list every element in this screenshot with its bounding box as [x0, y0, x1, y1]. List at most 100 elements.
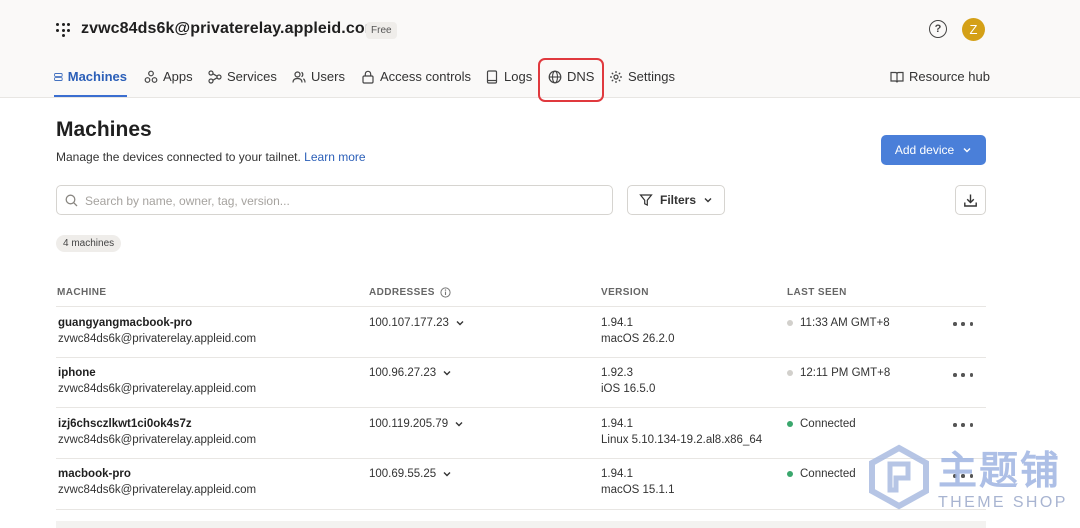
users-icon: [292, 71, 306, 83]
machine-count-badge: 4 machines: [56, 235, 122, 252]
machine-owner: zvwc84ds6k@privaterelay.appleid.com: [58, 484, 257, 496]
version-value: 1.94.1: [601, 418, 633, 430]
tab-label: Logs: [504, 69, 533, 84]
tab-label: Services: [227, 69, 277, 84]
last-seen-value: 12:11 PM GMT+8: [800, 367, 891, 379]
more-options-icon[interactable]: [953, 369, 973, 381]
apps-icon: [144, 70, 158, 83]
more-options-icon[interactable]: [953, 419, 973, 431]
avatar[interactable]: Z: [962, 18, 985, 41]
tab-access-controls[interactable]: Access controls: [361, 69, 471, 97]
address-cell[interactable]: 100.96.27.23: [369, 365, 452, 381]
address-cell[interactable]: 100.69.55.25: [369, 466, 452, 482]
version-cell: 1.94.1 macOS 15.1.1: [601, 466, 675, 498]
add-device-button[interactable]: Add device: [881, 135, 986, 165]
address-cell[interactable]: 100.119.205.79: [369, 416, 464, 432]
version-cell: 1.94.1 Linux 5.10.134-19.2.al8.x86_64: [601, 416, 762, 448]
tab-machines[interactable]: Machines: [54, 69, 127, 97]
last-seen-value: Connected: [800, 468, 856, 480]
machine-owner: zvwc84ds6k@privaterelay.appleid.com: [58, 434, 257, 446]
column-header-version[interactable]: VERSION: [601, 287, 649, 298]
machine-cell[interactable]: izj6chsczlkwt1ci0ok4s7z zvwc84ds6k@priva…: [58, 416, 256, 448]
machine-cell[interactable]: iphone zvwc84ds6k@privaterelay.appleid.c…: [58, 365, 256, 397]
dns-highlight-box: [538, 58, 604, 102]
address-cell[interactable]: 100.107.177.23: [369, 315, 465, 331]
filters-label: Filters: [659, 193, 696, 207]
tab-label: Access controls: [380, 69, 472, 84]
more-options-icon[interactable]: [953, 470, 973, 482]
tailscale-logo-icon[interactable]: [56, 23, 70, 37]
question-circle-icon[interactable]: ?: [929, 20, 947, 38]
machine-name[interactable]: macbook-pro: [58, 468, 131, 480]
search-icon: [65, 194, 78, 207]
column-header-addresses-label: ADDRESSES: [369, 287, 435, 298]
address-value: 100.69.55.25: [369, 468, 437, 480]
tab-users[interactable]: Users: [292, 69, 345, 97]
tab-label: Apps: [163, 69, 193, 84]
last-seen-cell: 12:11 PM GMT+8: [787, 365, 890, 381]
chevron-down-icon: [456, 321, 464, 326]
search-box[interactable]: [56, 185, 613, 215]
row-divider: [56, 509, 986, 510]
tab-apps[interactable]: Apps: [144, 69, 193, 97]
filter-icon: [639, 194, 653, 206]
machine-name[interactable]: guangyangmacbook-pro: [58, 317, 192, 329]
status-dot: [787, 370, 793, 376]
tab-label: Users: [311, 69, 345, 84]
chevron-down-icon: [443, 472, 451, 477]
more-options-icon[interactable]: [953, 318, 973, 330]
subtitle-text: Manage the devices connected to your tai…: [56, 150, 301, 164]
lock-icon: [362, 70, 374, 84]
table-footer-shade: [56, 521, 986, 528]
chevron-down-icon: [443, 371, 451, 376]
column-header-last-seen[interactable]: LAST SEEN: [787, 287, 847, 298]
chevron-down-icon: [963, 148, 971, 153]
book-icon: [890, 71, 904, 83]
os-value: iOS 16.5.0: [601, 383, 656, 395]
tab-label: Settings: [628, 69, 675, 84]
machine-name[interactable]: iphone: [58, 367, 96, 379]
add-device-label: Add device: [894, 143, 955, 157]
chevron-down-icon: [704, 198, 712, 203]
watermark-text-cn: 主题铺: [938, 450, 1062, 493]
machine-owner: zvwc84ds6k@privaterelay.appleid.com: [58, 333, 257, 345]
status-dot: [787, 471, 793, 477]
column-header-addresses[interactable]: ADDRESSES: [369, 287, 451, 298]
row-divider: [56, 407, 986, 408]
tab-label: Machines: [67, 69, 127, 84]
account-name[interactable]: zvwc84ds6k@privaterelay.appleid.com: [81, 20, 379, 38]
search-input[interactable]: [83, 190, 607, 212]
os-value: macOS 26.2.0: [601, 333, 675, 345]
machine-cell[interactable]: guangyangmacbook-pro zvwc84ds6k@privater…: [58, 315, 256, 347]
document-icon: [486, 70, 498, 84]
machine-cell[interactable]: macbook-pro zvwc84ds6k@privaterelay.appl…: [58, 466, 256, 498]
column-header-machine[interactable]: MACHINE: [57, 287, 106, 298]
last-seen-cell: Connected: [787, 416, 856, 432]
download-icon: [964, 194, 977, 207]
plan-badge: Free: [366, 22, 397, 39]
resource-hub-link[interactable]: Resource hub: [890, 69, 990, 97]
tab-logs[interactable]: Logs: [485, 69, 532, 97]
page-title: Machines: [56, 118, 152, 141]
last-seen-cell: Connected: [787, 466, 856, 482]
machine-name[interactable]: izj6chsczlkwt1ci0ok4s7z: [58, 418, 192, 430]
version-cell: 1.94.1 macOS 26.2.0: [601, 315, 675, 347]
version-value: 1.94.1: [601, 317, 633, 329]
tab-settings[interactable]: Settings: [609, 69, 675, 97]
address-value: 100.107.177.23: [369, 317, 449, 329]
status-dot: [787, 320, 793, 326]
chevron-down-icon: [455, 422, 463, 427]
filters-button[interactable]: Filters: [627, 185, 725, 215]
theme-shop-logo-icon: [869, 444, 929, 510]
page-subtitle: Manage the devices connected to your tai…: [56, 150, 366, 164]
last-seen-cell: 11:33 AM GMT+8: [787, 315, 890, 331]
tab-services[interactable]: Services: [208, 69, 277, 97]
version-cell: 1.92.3 iOS 16.5.0: [601, 365, 655, 397]
resource-hub-label: Resource hub: [909, 69, 990, 84]
info-icon[interactable]: [440, 287, 451, 298]
address-value: 100.119.205.79: [369, 418, 449, 430]
machine-owner: zvwc84ds6k@privaterelay.appleid.com: [58, 383, 257, 395]
learn-more-link[interactable]: Learn more: [304, 150, 365, 164]
download-button[interactable]: [955, 185, 986, 215]
last-seen-value: Connected: [800, 418, 856, 430]
